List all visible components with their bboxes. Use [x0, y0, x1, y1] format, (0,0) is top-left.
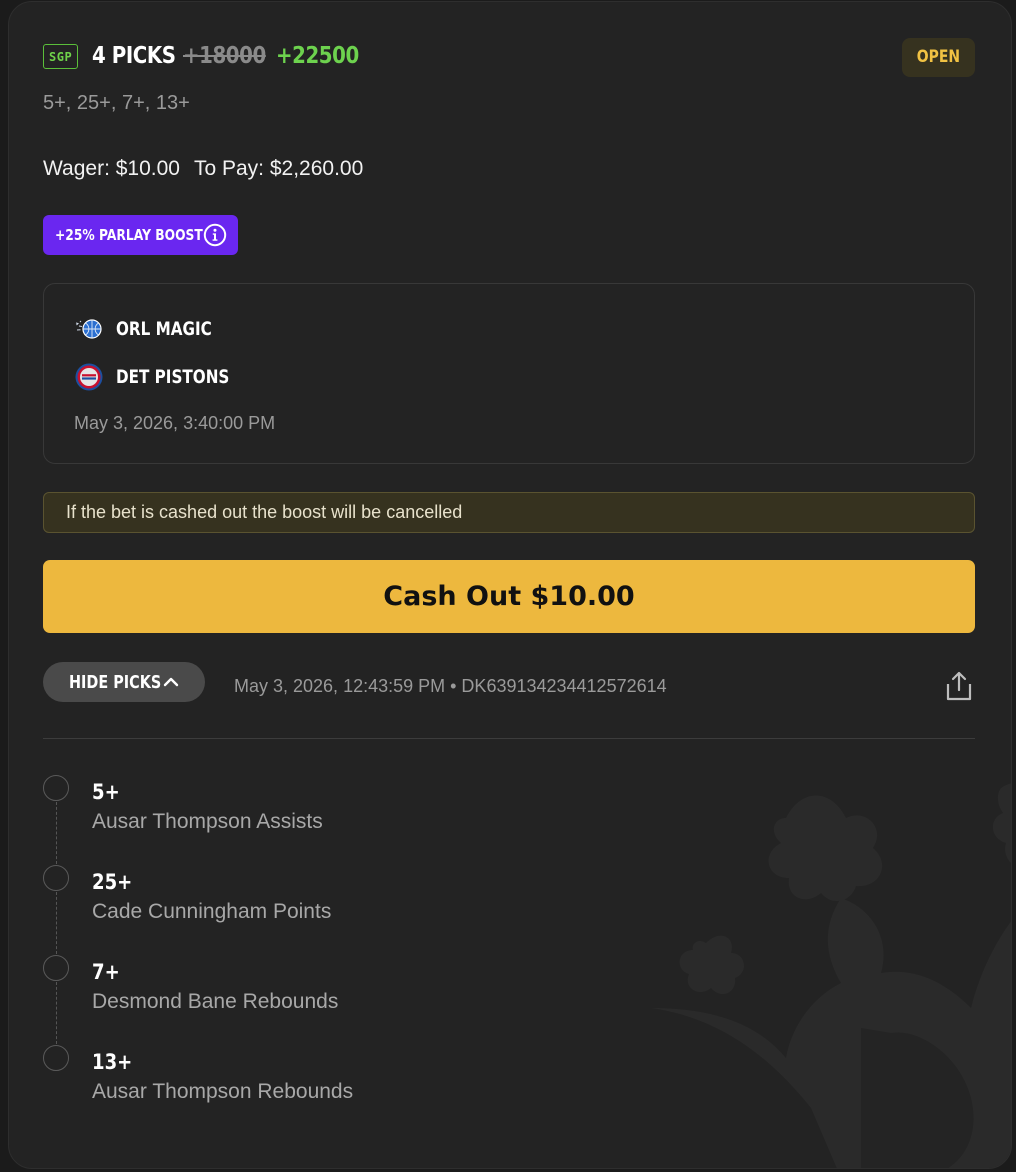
game-start-time: May 3, 2026, 3:40:00 PM: [74, 413, 276, 433]
status-badge: OPEN: [902, 38, 975, 77]
leg-status-circle: [43, 865, 69, 891]
team-row-away: ORL MAGIC: [74, 314, 236, 344]
leg-status-circle: [43, 1045, 69, 1071]
boost-cancel-warning: If the bet is cashed out the boost will …: [43, 492, 975, 533]
det-pistons-logo-icon: [75, 363, 103, 391]
pick-leg: 7+ Desmond Bane Rebounds: [43, 952, 743, 1044]
info-icon[interactable]: [203, 223, 227, 247]
leg-description: Cade Cunningham Points: [92, 900, 332, 923]
chevron-up-icon: [163, 677, 179, 687]
pick-leg: 25+ Cade Cunningham Points: [43, 862, 743, 954]
original-odds: +18000: [183, 43, 267, 69]
picks-summary: 5+, 25+, 7+, 13+: [43, 92, 190, 114]
leg-connector: [55, 982, 57, 1044]
picks-title: 4 PICKS: [92, 43, 176, 69]
leg-value: 7+: [92, 960, 120, 984]
pick-leg: 5+ Ausar Thompson Assists: [43, 772, 743, 864]
leg-description: Desmond Bane Rebounds: [92, 990, 339, 1013]
boost-label: +25% PARLAY BOOST: [55, 226, 203, 244]
leg-description: Ausar Thompson Assists: [92, 810, 323, 833]
share-icon[interactable]: [945, 670, 973, 702]
leg-description: Ausar Thompson Rebounds: [92, 1080, 354, 1103]
divider: [43, 738, 975, 739]
leg-connector: [55, 802, 57, 864]
bet-card: SGP 4 PICKS +18000 +22500 OPEN 5+, 25+, …: [8, 1, 1012, 1169]
leg-status-circle: [43, 775, 69, 801]
leg-connector: [55, 892, 57, 954]
to-pay-amount: To Pay: $2,260.00: [193, 157, 364, 180]
hide-picks-button[interactable]: HIDE PICKS: [43, 662, 205, 702]
team-name-home: DET PISTONS: [116, 366, 230, 388]
hide-picks-label: HIDE PICKS: [69, 671, 162, 693]
game-info-box[interactable]: ORL MAGIC DET PISTONS May 3, 2026, 3:40:…: [43, 283, 975, 464]
team-row-home: DET PISTONS: [74, 362, 258, 392]
bet-placed-meta: May 3, 2026, 12:43:59 PM • DK63913423441…: [234, 676, 667, 696]
pick-leg: 13+ Ausar Thompson Rebounds: [43, 1042, 743, 1132]
leg-value: 13+: [92, 1050, 133, 1074]
parlay-boost-badge: +25% PARLAY BOOST: [43, 215, 238, 255]
team-name-away: ORL MAGIC: [116, 318, 212, 340]
wager-line: Wager: $10.00 To Pay: $2,260.00: [43, 157, 363, 181]
leg-value: 5+: [92, 780, 120, 804]
orl-magic-logo-icon: [75, 319, 102, 339]
picks-list: 5+ Ausar Thompson Assists 25+ Cade Cunni…: [43, 772, 743, 1132]
bet-header: SGP 4 PICKS +18000 +22500: [43, 40, 372, 72]
sgp-badge: SGP: [43, 43, 79, 69]
leg-status-circle: [43, 955, 69, 981]
cash-out-button[interactable]: Cash Out $10.00: [43, 560, 975, 633]
leg-value: 25+: [92, 870, 133, 894]
boosted-odds: +22500: [275, 43, 359, 69]
wager-amount: Wager: $10.00: [43, 157, 180, 180]
